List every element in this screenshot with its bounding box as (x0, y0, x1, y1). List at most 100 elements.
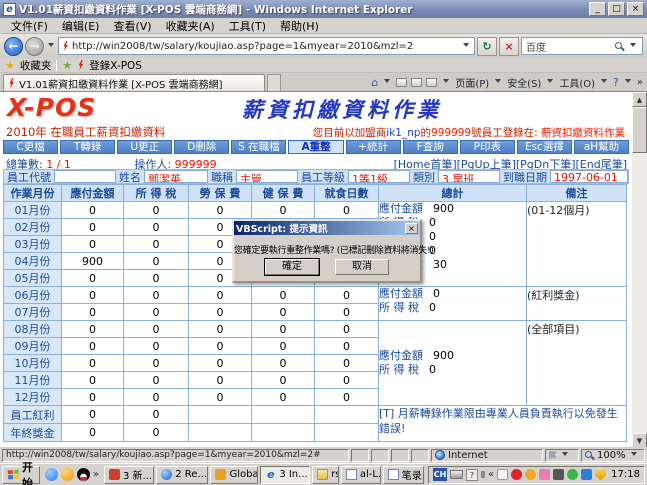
search-dropdown-icon[interactable] (630, 43, 636, 50)
taskbar-button-folder[interactable]: rs (312, 466, 339, 484)
employee-number: 999999 (431, 127, 471, 139)
toolbar-button-active-file[interactable]: S 在職檔 (231, 140, 286, 154)
help-tray-icon[interactable]: ? (466, 469, 478, 481)
dialog-close-button[interactable]: × (405, 223, 418, 234)
minimize-button[interactable]: _ (589, 2, 606, 16)
tray-collapse-chevron[interactable]: « (488, 469, 494, 480)
tools-menu[interactable]: 工具(O) (559, 75, 595, 90)
safety-dropdown-icon[interactable] (547, 79, 553, 86)
help-dropdown-icon[interactable] (625, 79, 631, 86)
menu-file[interactable]: 文件(F) (4, 18, 55, 34)
tray-icon[interactable] (553, 469, 564, 480)
zoom-control[interactable]: 100% (581, 449, 645, 462)
job-title-field[interactable]: 主管 (236, 170, 298, 183)
menu-edit[interactable]: 编辑(E) (55, 18, 107, 34)
overflow-chevron-icon[interactable]: » (637, 77, 643, 88)
taskbar-button-global[interactable]: Globa... (210, 466, 258, 484)
tools-dropdown-icon[interactable] (601, 79, 607, 86)
tray-icon[interactable] (581, 469, 592, 480)
safety-menu[interactable]: 安全(S) (507, 75, 541, 90)
tray-small-icon[interactable] (481, 471, 485, 478)
address-input[interactable]: http://win2008/tw/salary/koujiao.asp?pag… (58, 37, 475, 55)
toolbar-button-print[interactable]: P印表 (460, 140, 515, 154)
taskbar-button-ie-active[interactable]: e 3 In... (260, 466, 310, 484)
menu-tools[interactable]: 工具(T) (222, 18, 273, 34)
scrollbar-thumb[interactable] (632, 107, 647, 153)
taskbar-button-doc-2[interactable]: 笔录... (383, 466, 424, 484)
scroll-down-icon[interactable]: ▼ (632, 433, 647, 448)
zoom-dropdown-icon[interactable] (631, 452, 637, 459)
toolbar-button-update[interactable]: C更檔 (3, 140, 58, 154)
protected-mode-panel[interactable] (545, 449, 579, 462)
tray-icon[interactable] (539, 469, 550, 480)
refresh-button[interactable]: ↻ (477, 37, 497, 56)
taskbar-button-group-2[interactable]: 2 Re... (156, 466, 208, 484)
record-info-row: 總筆數: 1 / 1 操作人: 999999 [Home首筆][PgUp上筆][… (3, 156, 629, 169)
home-dropdown-icon[interactable] (384, 79, 390, 86)
help-icon[interactable]: ? (613, 76, 619, 89)
print-icon[interactable] (426, 78, 437, 87)
new-tab-button[interactable] (267, 74, 281, 91)
toolbar-button-help[interactable]: aH幫助 (574, 140, 629, 154)
taskbar-button-doc-1[interactable]: al-L... (341, 466, 381, 484)
taskbar-button-group-1[interactable]: 3 新... (104, 466, 154, 484)
printer-tray-icon[interactable] (450, 470, 463, 479)
page-menu[interactable]: 页面(P) (455, 75, 489, 90)
maximize-button[interactable]: □ (608, 2, 625, 16)
toolbar-button-rebuild[interactable]: A重整 (288, 140, 343, 154)
tray-icon[interactable] (525, 469, 536, 480)
stop-button[interactable]: × (499, 37, 519, 56)
quicklaunch-qq-icon[interactable] (77, 468, 90, 481)
category-field[interactable]: 3.早班 (438, 170, 500, 183)
forward-button[interactable]: → (25, 37, 44, 56)
hire-date-field[interactable]: 1997-06-01 (550, 170, 628, 183)
toolbar-button-transfer[interactable]: T轉錄 (60, 140, 115, 154)
history-dropdown-icon[interactable] (48, 43, 54, 50)
summary-value: 30 (433, 258, 447, 271)
print-dropdown-icon[interactable] (443, 79, 449, 86)
value-cell: 0 (62, 304, 124, 321)
tray-icon[interactable] (567, 469, 578, 480)
scroll-up-icon[interactable]: ▲ (632, 92, 647, 107)
grade-field[interactable]: 1等1級 (348, 170, 410, 183)
tray-icon[interactable] (497, 469, 508, 480)
add-favorite-icon[interactable]: ★ (62, 59, 72, 72)
name-field[interactable]: 鄧潔英 (144, 170, 208, 183)
search-input[interactable]: 百度 (521, 37, 643, 55)
menu-help[interactable]: 帮助(H) (273, 18, 326, 34)
dropdown-icon[interactable] (562, 452, 568, 459)
security-shield-icon[interactable] (595, 469, 606, 481)
favorites-link-xpos[interactable]: 登錄X-POS (89, 58, 142, 73)
vertical-scrollbar[interactable]: ▲ ▼ (632, 92, 647, 448)
toolbar-button-select[interactable]: Esc選擇 (517, 140, 572, 154)
favorites-star-icon[interactable]: ★ (5, 59, 15, 72)
tab-active[interactable]: V1.01薪資扣繳資料作業 [X-POS 雲端商務網] (3, 74, 265, 91)
menu-favorites[interactable]: 收藏夹(A) (159, 18, 222, 34)
employee-id-field[interactable] (54, 170, 116, 183)
tab-title: V1.01薪資扣繳資料作業 [X-POS 雲端商務網] (19, 76, 222, 91)
toolbar-button-statistics[interactable]: +統計 (346, 140, 401, 154)
tray-icon-qq[interactable] (511, 469, 522, 480)
favorites-label[interactable]: 收藏夹 (20, 58, 52, 73)
dialog-buttons: 確定 取消 (234, 259, 420, 275)
home-icon[interactable]: ⌂ (371, 76, 378, 89)
quicklaunch-messenger-icon[interactable] (61, 468, 74, 481)
toolbar-button-query[interactable]: F查詢 (403, 140, 458, 154)
quicklaunch-overflow-chevron[interactable]: » (93, 469, 99, 480)
cancel-button[interactable]: 取消 (335, 259, 389, 275)
address-dropdown-icon[interactable] (463, 43, 469, 50)
toolbar-button-delete[interactable]: D刪除 (174, 140, 229, 154)
ok-button[interactable]: 確定 (265, 259, 319, 275)
page-dropdown-icon[interactable] (495, 79, 501, 86)
close-button[interactable]: × (627, 2, 644, 16)
back-button[interactable]: ← (4, 37, 23, 56)
toolbar-button-correct[interactable]: U更正 (117, 140, 172, 154)
language-indicator[interactable]: CH (433, 468, 447, 481)
search-icon[interactable] (615, 42, 624, 51)
menu-view[interactable]: 查看(V) (106, 18, 158, 34)
start-button[interactable]: 开始 (2, 466, 40, 484)
read-mail-icon[interactable] (411, 78, 422, 87)
feeds-icon[interactable] (396, 78, 407, 87)
dialog-message: 您確定要執行重整作業嗎? (已標記刪除資料將消失!) (234, 243, 420, 256)
quicklaunch-browser-icon[interactable] (45, 468, 58, 481)
